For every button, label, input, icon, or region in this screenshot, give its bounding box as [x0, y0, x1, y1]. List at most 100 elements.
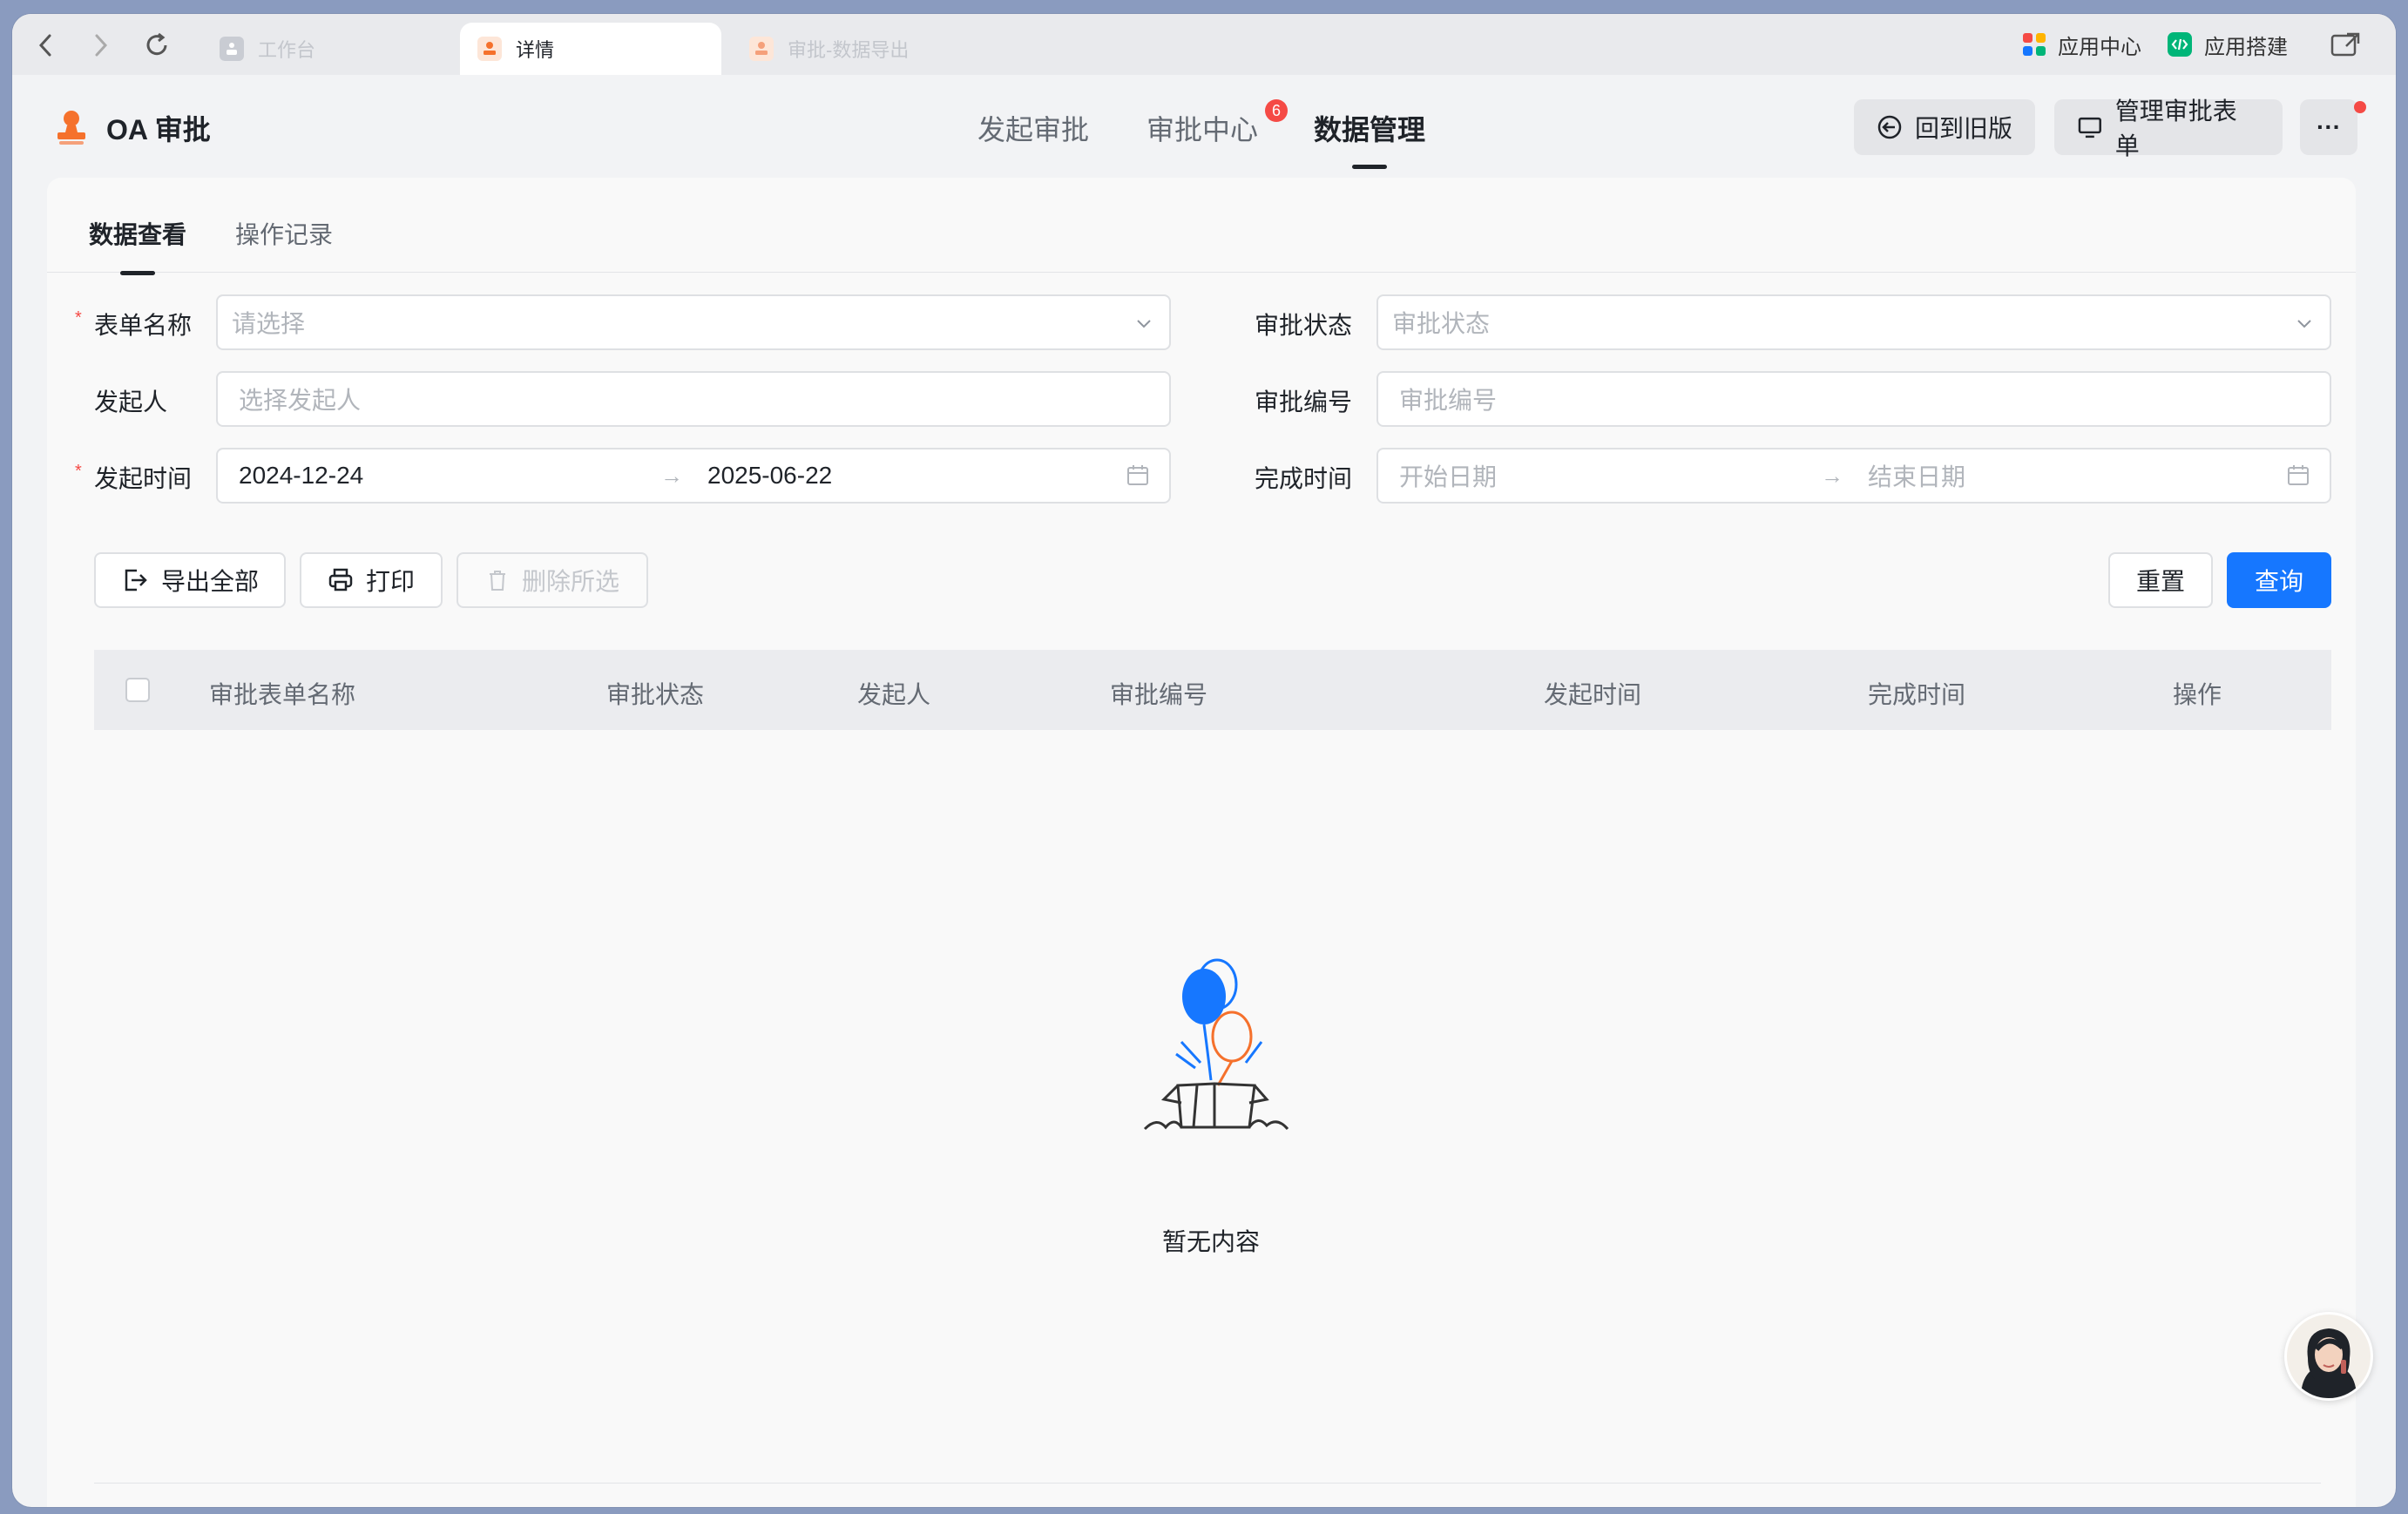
column-header: 审批表单名称 [209, 681, 356, 708]
assistant-avatar[interactable] [2284, 1312, 2373, 1401]
column-header: 审批状态 [606, 681, 705, 708]
button-label: 重置 [2135, 568, 2185, 595]
oa-logo-icon [57, 111, 85, 145]
tab-label: 审批-数据导出 [788, 39, 910, 61]
form-name-label: * 表单名称 [75, 307, 192, 341]
app-builder-link[interactable]: 应用搭建 [2166, 26, 2288, 63]
oa-stamp-icon [477, 37, 502, 61]
app-center-link[interactable]: 应用中心 [2021, 26, 2141, 63]
back-to-old-version-button[interactable]: 回到旧版 [1854, 99, 2035, 155]
nav-label: 审批中心 [1147, 114, 1259, 145]
printer-icon [328, 568, 353, 591]
data-management-card: 数据查看 操作记录 * 表单名称 请选择 审批状态 审批状态 发起人 选择发起人 … [47, 178, 2356, 1507]
finish-time-label: 完成时间 [1255, 465, 1353, 492]
export-icon [125, 569, 147, 591]
delete-selected-button[interactable]: 删除所选 [457, 552, 648, 608]
select-placeholder: 审批状态 [1392, 310, 1491, 337]
initiator-label: 发起人 [94, 389, 168, 416]
subtab-label: 操作记录 [235, 221, 334, 248]
empty-state-text: 暂无内容 [1162, 1228, 1261, 1255]
required-mark: * [75, 308, 82, 328]
approval-status-select[interactable]: 审批状态 [1376, 294, 2331, 350]
monitor-icon [2078, 117, 2101, 139]
nav-approval-center[interactable]: 审批中心 6 [1147, 99, 1289, 148]
open-in-new-window-icon[interactable] [2330, 31, 2361, 64]
start-time-label: * 发起时间 [75, 460, 193, 495]
browser-tab-export[interactable]: 审批-数据导出 [732, 23, 993, 75]
more-icon: ··· [2317, 113, 2341, 140]
nav-start-approval[interactable]: 发起审批 [977, 108, 1089, 148]
range-start-placeholder: 开始日期 [1399, 463, 1498, 490]
start-time-range-picker[interactable]: 2024-12-24 → 2025-06-22 [216, 448, 1171, 504]
nav-label: 数据管理 [1314, 114, 1426, 145]
subtab-bar: 数据查看 操作记录 [47, 178, 2356, 275]
calendar-icon [1127, 465, 1148, 485]
app-header: OA 审批 发起审批 审批中心 6 数据管理 回到旧版 管理审批表单 ··· [12, 75, 2396, 179]
active-subtab-indicator [120, 271, 155, 275]
nav-data-management[interactable]: 数据管理 [1314, 108, 1426, 169]
back-icon[interactable] [28, 28, 63, 63]
app-center-icon [2023, 33, 2046, 56]
range-end-value: 2025-06-22 [707, 462, 833, 489]
assistant-avatar-icon [2301, 1328, 2357, 1398]
browser-tab-detail[interactable]: 详情 [460, 23, 721, 75]
workbench-icon [220, 37, 244, 61]
button-label: 删除所选 [521, 568, 619, 595]
reload-icon[interactable] [139, 28, 174, 63]
forward-icon[interactable] [84, 28, 118, 63]
calendar-icon [2288, 465, 2309, 485]
table-bottom-divider [94, 1483, 2321, 1484]
finish-time-range-picker[interactable]: 开始日期 → 结束日期 [1376, 448, 2331, 504]
label-text: 发起时间 [94, 465, 193, 492]
reset-button[interactable]: 重置 [2108, 552, 2213, 608]
button-label: 打印 [365, 568, 415, 595]
table-header: 审批表单名称 审批状态 发起人 审批编号 发起时间 完成时间 操作 [94, 650, 2331, 730]
tab-label: 工作台 [258, 39, 316, 61]
oa-stamp-icon [749, 37, 774, 61]
tab-operation-log[interactable]: 操作记录 [235, 216, 333, 251]
browser-tab-workbench[interactable]: 工作台 [202, 23, 463, 75]
range-end-placeholder: 结束日期 [1868, 463, 1966, 490]
subtab-label: 数据查看 [89, 221, 187, 248]
empty-state-balloon-box-icon [1143, 958, 1289, 1131]
notification-dot [2354, 101, 2366, 113]
browser-window: 工作台 详情 审批-数据导出 应用中心 应用搭建 OA 审批 发起审批 审批中心… [12, 14, 2396, 1507]
print-button[interactable]: 打印 [300, 552, 443, 608]
button-label: 管理审批表单 [2114, 98, 2237, 159]
button-label: 查询 [2254, 568, 2303, 595]
chevron-down-icon [2297, 320, 2311, 328]
range-arrow-icon: → [1821, 462, 1843, 489]
select-all-checkbox[interactable] [125, 678, 150, 702]
app-builder-icon [2168, 32, 2192, 57]
browser-tab-bar: 工作台 详情 审批-数据导出 应用中心 应用搭建 [12, 14, 2396, 75]
column-header: 发起时间 [1544, 681, 1642, 708]
column-header: 操作 [2173, 681, 2222, 708]
input-placeholder: 选择发起人 [239, 387, 362, 414]
query-button[interactable]: 查询 [2227, 552, 2331, 608]
chevron-down-icon [1137, 320, 1151, 328]
button-label: 导出全部 [160, 568, 259, 595]
notification-badge: 6 [1265, 99, 1289, 122]
app-center-label: 应用中心 [2058, 35, 2141, 59]
app-builder-label: 应用搭建 [2204, 35, 2288, 59]
select-placeholder: 请选择 [232, 310, 306, 337]
active-nav-indicator [1352, 165, 1387, 169]
tab-label: 详情 [516, 39, 555, 61]
initiator-input[interactable]: 选择发起人 [216, 371, 1171, 427]
back-circle-icon [1877, 115, 1902, 139]
approval-number-input[interactable]: 审批编号 [1376, 371, 2331, 427]
column-header: 审批编号 [1110, 681, 1208, 708]
required-mark: * [75, 462, 82, 481]
more-button[interactable]: ··· [2300, 99, 2357, 155]
trash-icon [489, 571, 505, 591]
manage-approval-forms-button[interactable]: 管理审批表单 [2054, 98, 2283, 159]
app-title: OA 审批 [106, 114, 211, 145]
button-label: 回到旧版 [1915, 115, 2013, 142]
export-all-button[interactable]: 导出全部 [94, 552, 286, 608]
range-start-value: 2024-12-24 [239, 462, 364, 489]
column-header: 完成时间 [1868, 681, 1966, 708]
input-placeholder: 审批编号 [1399, 387, 1498, 414]
form-name-select[interactable]: 请选择 [216, 294, 1171, 350]
column-header: 发起人 [857, 681, 931, 708]
tab-data-view[interactable]: 数据查看 [89, 216, 187, 275]
